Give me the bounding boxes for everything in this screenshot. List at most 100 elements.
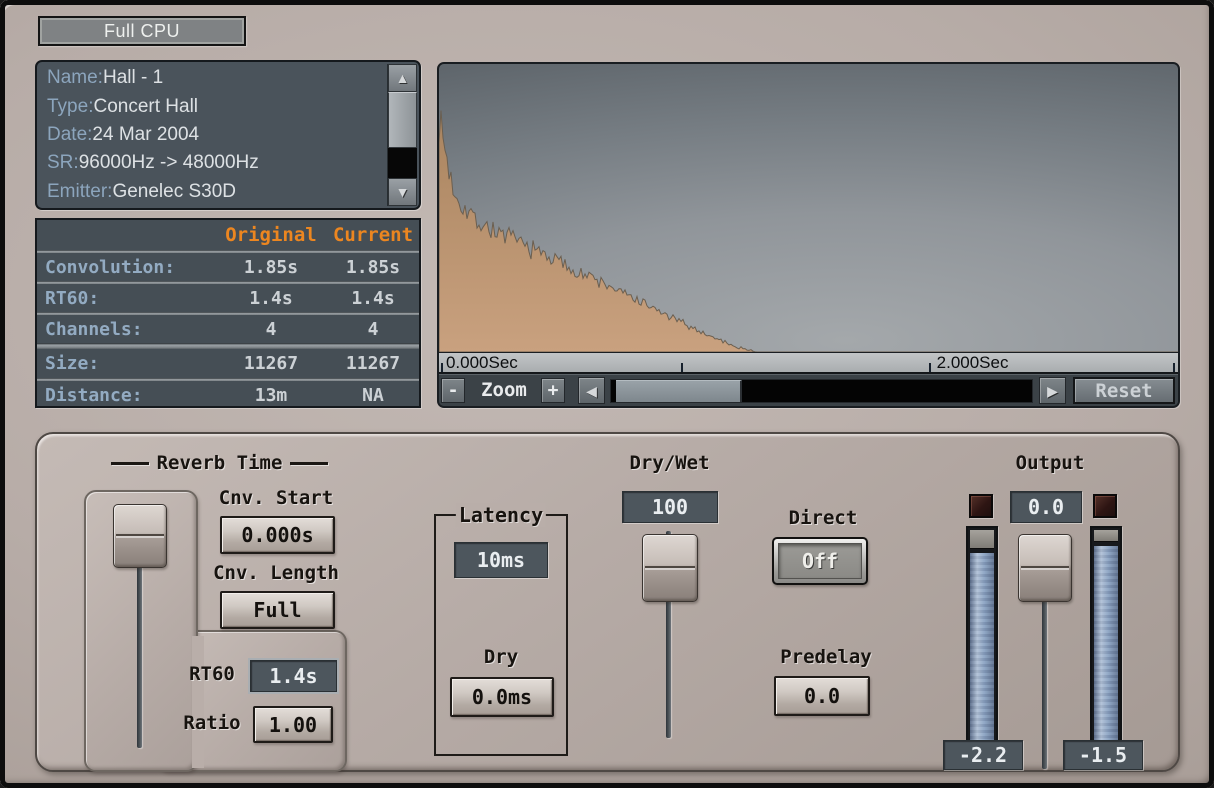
preset-type-label: Type: [47,96,93,117]
output-meter-left [966,526,998,744]
output-gain-field[interactable]: 0.0 [1010,491,1082,523]
plus-icon: + [548,382,559,400]
waveform-envelope [439,111,1178,353]
zoom-scrollbar-track[interactable] [610,379,1033,403]
reverb-time-title: Reverb Time [97,452,342,474]
meter-readout-left: -2.2 [943,740,1023,770]
impulse-response-waveform [439,64,1178,352]
rt60-label: RT60 [180,663,244,685]
preset-sr-label: SR: [47,152,79,173]
ruler-tick [929,363,931,372]
zoom-label: Zoom [467,375,541,406]
output-slider-handle[interactable] [1018,534,1072,602]
zoom-controls: - Zoom + ◀ ▶ Reset [439,374,1178,406]
clip-indicator-right[interactable] [1093,494,1117,518]
full-cpu-label: Full CPU [104,21,180,42]
preset-emitter-value: Genelec S30D [112,181,236,202]
preset-type-value: Concert Hall [93,96,198,117]
ruler-tick [441,363,443,372]
table-row-distance: Distance: 13m NA [37,381,419,408]
rt60-field[interactable]: 1.4s [250,660,337,692]
zoom-out-button[interactable]: - [441,378,465,403]
latency-value-field[interactable]: 10ms [454,542,548,578]
info-scrollbar[interactable]: ▲ ▼ [387,64,417,206]
predelay-button[interactable]: 0.0 [774,676,870,716]
table-row-rt60: RT60: 1.4s 1.4s [37,284,419,312]
ratio-button[interactable]: 1.00 [253,706,333,743]
ruler-tick [1173,363,1175,372]
table-row-channels: Channels: 4 4 [37,315,419,343]
dry-label: Dry [471,646,531,668]
scroll-up-icon: ▲ [396,70,410,86]
info-scrollbar-thumb[interactable] [388,92,417,148]
cnv-length-label: Cnv. Length [206,562,346,584]
zoom-in-button[interactable]: + [541,378,565,403]
waveform-display[interactable] [439,64,1178,352]
scroll-up-button[interactable]: ▲ [388,64,417,92]
preset-info-rows: Name:Hall - 1 Type:Concert Hall Date:24 … [37,62,387,208]
preset-date-row: Date:24 Mar 2004 [47,124,387,146]
meter-readout-right: -1.5 [1063,740,1143,770]
scroll-down-icon: ▼ [396,184,410,200]
table-row-convolution: Convolution: 1.85s 1.85s [37,253,419,281]
meter-level-fill [970,553,994,740]
panel-seam-patch [192,636,204,768]
table-row-size: Size: 11267 11267 [37,349,419,378]
arrow-left-icon: ◀ [586,384,597,398]
ruler-label-2sec: 2.000Sec [933,353,1009,373]
scroll-right-button[interactable]: ▶ [1039,377,1066,404]
arrow-right-icon: ▶ [1047,384,1058,398]
ir-display: 0.000Sec 2.000Sec - Zoom + ◀ ▶ Reset [437,62,1180,408]
cnv-start-label: Cnv. Start [216,487,336,509]
ratio-label: Ratio [177,712,247,734]
preset-type-row: Type:Concert Hall [47,96,387,118]
latency-title: Latency [456,503,546,527]
scroll-down-button[interactable]: ▼ [388,178,417,206]
zoom-scrollbar-thumb[interactable] [616,380,741,402]
scroll-left-button[interactable]: ◀ [578,377,605,404]
reset-button[interactable]: Reset [1073,377,1175,404]
stats-table: Original Current Convolution: 1.85s 1.85… [35,218,421,408]
preset-name-row: Name:Hall - 1 [47,67,387,89]
dry-wet-slider-handle[interactable] [642,534,698,602]
controls-panel: Reverb Time Cnv. Start 0.000s Cnv. Lengt… [35,432,1180,772]
minus-icon: - [448,382,459,400]
preset-emitter-label: Emitter: [47,181,112,202]
preset-info-panel: Name:Hall - 1 Type:Concert Hall Date:24 … [35,60,421,210]
ruler-label-start: 0.000Sec [442,353,518,373]
reverb-time-slider-handle[interactable] [113,504,167,568]
meter-cap [1094,530,1118,542]
output-label: Output [1014,452,1086,474]
title-dash [111,462,149,465]
dry-button[interactable]: 0.0ms [450,677,554,717]
preset-emitter-row: Emitter:Genelec S30D [47,181,387,203]
direct-label: Direct [788,507,858,529]
ruler-tick [681,363,683,372]
stats-col-original: Original [215,224,327,246]
reset-label: Reset [1095,380,1152,402]
output-meter-right [1090,526,1122,744]
preset-sr-value: 96000Hz -> 48000Hz [79,152,259,173]
meter-cap [970,530,994,549]
cnv-start-button[interactable]: 0.000s [220,516,335,554]
preset-date-label: Date: [47,124,92,145]
plugin-window: Full CPU Name:Hall - 1 Type:Concert Hall… [0,0,1214,788]
preset-name-label: Name: [47,67,103,88]
time-ruler: 0.000Sec 2.000Sec [439,352,1178,374]
stats-col-current: Current [325,224,421,246]
meter-level-fill [1094,546,1118,740]
preset-name-value: Hall - 1 [103,67,163,88]
cnv-length-button[interactable]: Full [220,591,335,629]
preset-date-value: 24 Mar 2004 [92,124,199,145]
title-dash [290,462,328,465]
dry-wet-value-field[interactable]: 100 [622,491,718,523]
clip-indicator-left[interactable] [969,494,993,518]
direct-toggle-state: Off [778,543,862,579]
info-scrollbar-track[interactable] [388,148,417,178]
predelay-label: Predelay [778,646,874,668]
preset-sr-row: SR:96000Hz -> 48000Hz [47,152,387,174]
full-cpu-button[interactable]: Full CPU [38,16,246,46]
stats-header-row: Original Current [37,220,419,250]
direct-toggle-button[interactable]: Off [772,537,868,585]
dry-wet-label: Dry/Wet [617,452,722,474]
